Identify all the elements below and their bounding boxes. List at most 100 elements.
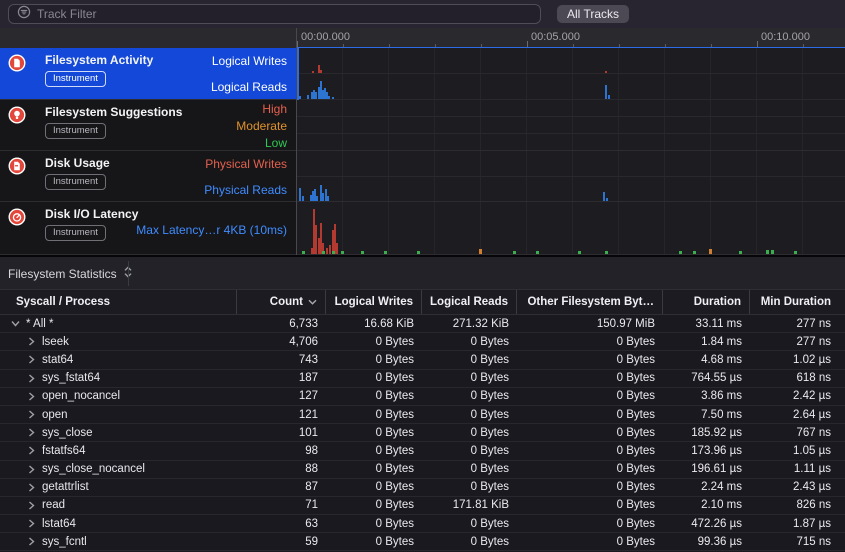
chart-marker [605, 251, 608, 254]
selection-left-edge [297, 48, 299, 100]
cell-logical-writes: 0 Bytes [326, 481, 422, 493]
track-chart-disk-io-latency[interactable] [297, 202, 845, 255]
cell-duration: 4.68 ms [663, 354, 750, 366]
table-row[interactable]: read710 Bytes171.81 KiB0 Bytes2.10 ms826… [0, 497, 845, 515]
disclosure-chevron[interactable] [26, 537, 36, 546]
disclosure-chevron[interactable] [10, 319, 20, 328]
disclosure-chevron[interactable] [26, 465, 36, 474]
track-filesystem-activity[interactable]: Filesystem ActivityInstrumentLogical Wri… [0, 48, 296, 100]
table-row[interactable]: sys_close_nocancel880 Bytes0 Bytes0 Byte… [0, 461, 845, 479]
disclosure-chevron[interactable] [26, 446, 36, 455]
cell-logical-reads: 0 Bytes [422, 445, 517, 457]
cell-count: 87 [237, 481, 326, 493]
cell-logical-writes: 0 Bytes [326, 445, 422, 457]
lane-label-high: High [262, 102, 287, 116]
chart-marker [771, 250, 774, 254]
track-filesystem-suggestions[interactable]: Filesystem SuggestionsInstrumentHighMode… [0, 100, 296, 151]
chart-bar [326, 248, 328, 254]
table-row[interactable]: * All *6,73316.68 KiB271.32 KiB150.97 Mi… [0, 315, 845, 333]
table-row[interactable]: sys_close1010 Bytes0 Bytes0 Bytes185.92 … [0, 424, 845, 442]
all-tracks-button[interactable]: All Tracks [557, 5, 629, 23]
syscall-name: lstat64 [42, 518, 76, 530]
table-row[interactable]: open1210 Bytes0 Bytes0 Bytes7.50 ms2.64 … [0, 406, 845, 424]
disk-usage-icon [8, 157, 26, 175]
chart-lane [297, 74, 845, 100]
statistics-toolbar: Filesystem Statistics [0, 257, 845, 290]
track-title: Disk Usage [45, 156, 110, 170]
cell-other-filesystem-byt-: 0 Bytes [517, 445, 663, 457]
cell-logical-writes: 0 Bytes [326, 536, 422, 548]
track-disk-usage[interactable]: Disk UsageInstrumentPhysical WritesPhysi… [0, 151, 296, 202]
syscall-name: sys_fcntl [42, 536, 87, 548]
cell-count: 71 [237, 499, 326, 511]
column-header-min-duration[interactable]: Min Duration [750, 290, 845, 314]
sort-indicator-icon [308, 296, 317, 308]
cell-logical-reads: 0 Bytes [422, 518, 517, 530]
cell-count: 6,733 [237, 318, 326, 330]
disclosure-chevron[interactable] [26, 374, 36, 383]
column-header-duration[interactable]: Duration [663, 290, 750, 314]
cell-logical-reads: 0 Bytes [422, 336, 517, 348]
disclosure-chevron[interactable] [26, 337, 36, 346]
column-header-logical-reads[interactable]: Logical Reads [422, 290, 517, 314]
chart-marker [709, 249, 712, 254]
disclosure-chevron[interactable] [26, 501, 36, 510]
syscall-name: read [42, 499, 65, 511]
statistics-type-selector[interactable]: Filesystem Statistics [8, 263, 132, 284]
ruler-time-label: 00:10.000 [761, 31, 810, 43]
disclosure-chevron[interactable] [26, 392, 36, 401]
statistics-table: * All *6,73316.68 KiB271.32 KiB150.97 Mi… [0, 315, 845, 552]
column-header-logical-writes[interactable]: Logical Writes [326, 290, 422, 314]
column-header-label: Logical Reads [430, 296, 508, 308]
chart-lane [297, 202, 845, 255]
table-row[interactable]: fstatfs64980 Bytes0 Bytes0 Bytes173.96 µ… [0, 442, 845, 460]
cell-other-filesystem-byt-: 0 Bytes [517, 463, 663, 475]
chart-marker [679, 251, 682, 254]
track-filter-placeholder: Track Filter [37, 7, 97, 21]
table-row[interactable]: sys_fcntl590 Bytes0 Bytes0 Bytes99.36 µs… [0, 533, 845, 551]
column-header-other-filesystem-byt-[interactable]: Other Filesystem Byt… [517, 290, 663, 314]
table-row[interactable]: sys_fstat641870 Bytes0 Bytes0 Bytes764.5… [0, 370, 845, 388]
disclosure-chevron[interactable] [26, 428, 36, 437]
cell-logical-reads: 0 Bytes [422, 372, 517, 384]
table-row[interactable]: lseek4,7060 Bytes0 Bytes0 Bytes1.84 ms27… [0, 333, 845, 351]
cell-count: 59 [237, 536, 326, 548]
table-row[interactable]: stat647430 Bytes0 Bytes0 Bytes4.68 ms1.0… [0, 351, 845, 369]
cell-other-filesystem-byt-: 0 Bytes [517, 518, 663, 530]
chart-marker [536, 251, 539, 254]
chart-bar [302, 196, 304, 201]
column-header-syscall-process[interactable]: Syscall / Process [0, 290, 237, 314]
chart-bar [299, 96, 301, 99]
cell-syscall-process: sys_fstat64 [0, 372, 237, 384]
chart-marker [693, 251, 696, 254]
column-header-count[interactable]: Count [237, 290, 326, 314]
disclosure-chevron[interactable] [26, 483, 36, 492]
cell-duration: 2.24 ms [663, 481, 750, 493]
disclosure-chevron[interactable] [26, 355, 36, 364]
track-chart-disk-usage[interactable] [297, 151, 845, 202]
track-filter-input[interactable]: Track Filter [8, 4, 541, 24]
disk-io-latency-icon [8, 208, 26, 226]
syscall-name: * All * [26, 318, 54, 330]
cell-logical-reads: 0 Bytes [422, 481, 517, 493]
track-title: Disk I/O Latency [45, 207, 138, 221]
cell-min-duration: 2.42 µs [750, 390, 845, 402]
disclosure-chevron[interactable] [26, 410, 36, 419]
cell-syscall-process: lstat64 [0, 518, 237, 530]
track-chart-filesystem-suggestions[interactable] [297, 100, 845, 151]
ruler-time-label: 00:00.000 [301, 31, 350, 43]
track-chart-filesystem-activity[interactable] [297, 47, 845, 101]
disclosure-chevron[interactable] [26, 519, 36, 528]
chart-lane [297, 151, 845, 177]
track-disk-io-latency[interactable]: Disk I/O LatencyInstrumentMax Latency…r … [0, 202, 296, 255]
table-row[interactable]: getattrlist870 Bytes0 Bytes0 Bytes2.24 m… [0, 479, 845, 497]
toolbar: Track Filter All Tracks [0, 0, 845, 28]
cell-logical-writes: 0 Bytes [326, 499, 422, 511]
chart-bar [605, 71, 607, 73]
table-row[interactable]: lstat64630 Bytes0 Bytes0 Bytes472.26 µs1… [0, 515, 845, 533]
table-row[interactable]: open_nocancel1270 Bytes0 Bytes0 Bytes3.8… [0, 388, 845, 406]
cell-count: 4,706 [237, 336, 326, 348]
timeline-ruler[interactable]: 00:00.00000:05.00000:10.000 [0, 28, 845, 48]
cell-min-duration: 277 ns [750, 336, 845, 348]
cell-logical-reads: 0 Bytes [422, 354, 517, 366]
